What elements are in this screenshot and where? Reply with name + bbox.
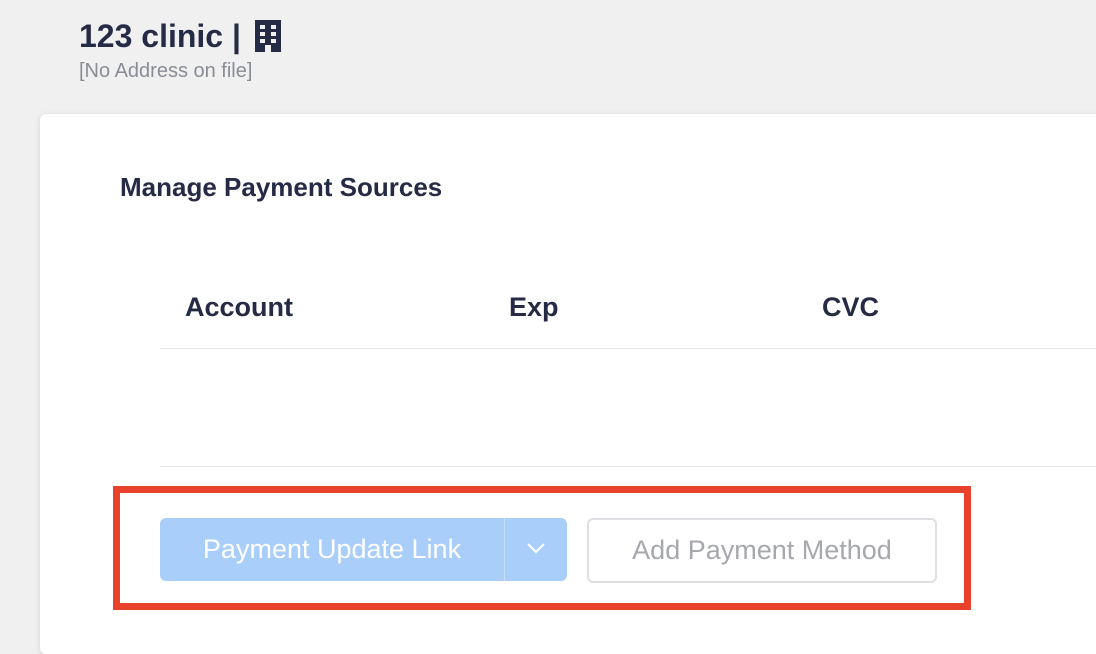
clinic-address: [No Address on file] xyxy=(79,60,253,82)
section-title: Manage Payment Sources xyxy=(120,172,443,202)
column-header-exp: Exp xyxy=(509,292,559,322)
payment-table-body xyxy=(160,348,1096,467)
payment-table-header: Account Exp CVC xyxy=(160,284,1096,349)
add-payment-method-button[interactable]: Add Payment Method xyxy=(587,518,937,583)
payment-update-link-button[interactable]: Payment Update Link xyxy=(160,518,504,581)
clinic-name: 123 clinic | xyxy=(79,18,241,54)
clinic-title: 123 clinic | xyxy=(79,14,283,58)
column-header-cvc: CVC xyxy=(822,292,880,322)
payment-update-link-split-button[interactable]: Payment Update Link xyxy=(160,518,567,581)
column-header-account: Account xyxy=(185,292,293,322)
clinic-header: 123 clinic | [No Address on file] xyxy=(79,14,283,83)
payment-update-link-dropdown-toggle[interactable] xyxy=(505,518,567,581)
building-icon xyxy=(253,19,283,53)
chevron-down-icon xyxy=(526,541,546,559)
